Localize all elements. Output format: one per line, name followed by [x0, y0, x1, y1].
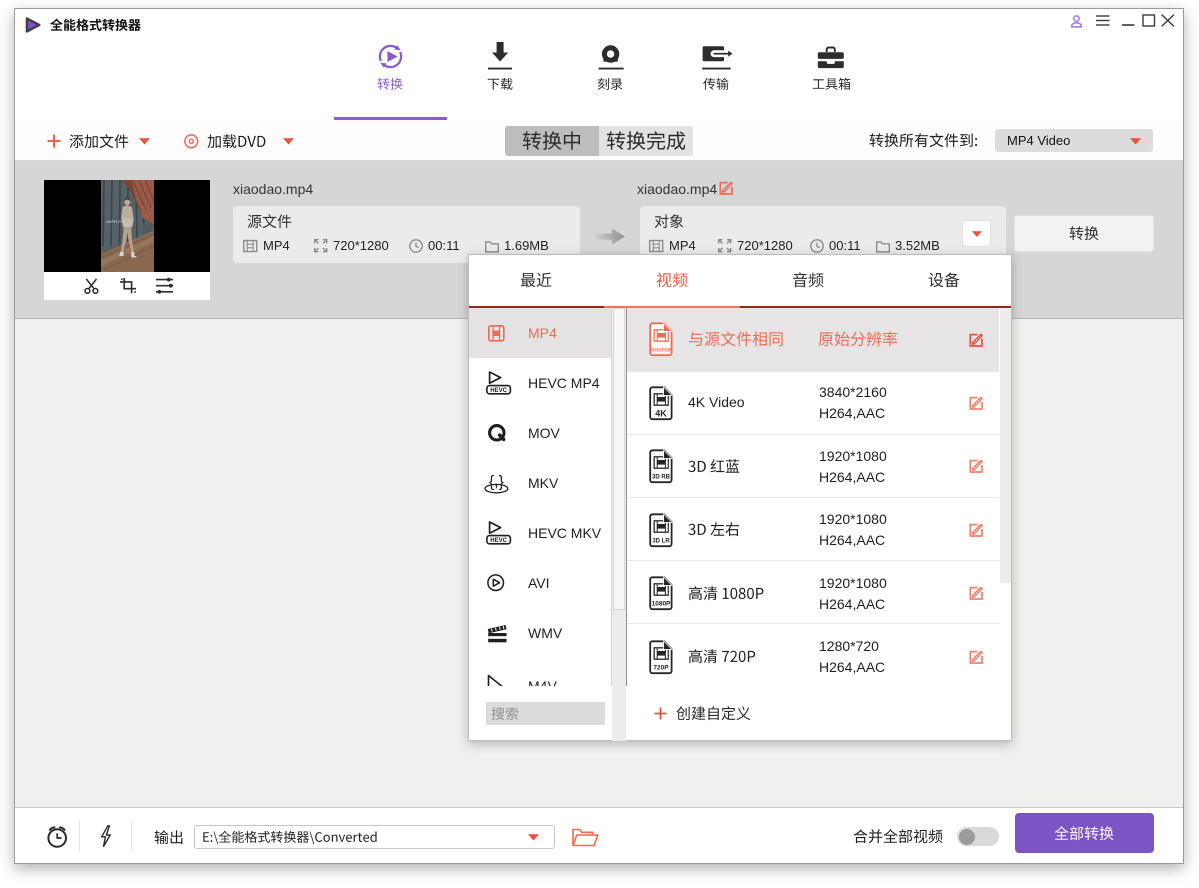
svg-text:HEVC: HEVC	[490, 538, 507, 544]
svg-text:NKPH.PS: NKPH.PS	[106, 219, 124, 224]
svg-text:{,}: {,}	[489, 474, 505, 491]
svg-text:HEVC: HEVC	[490, 388, 507, 394]
svg-text:720P: 720P	[653, 664, 669, 671]
svg-text:3D LR: 3D LR	[652, 538, 670, 544]
svg-text:3D RB: 3D RB	[652, 475, 671, 481]
svg-text:4K: 4K	[655, 408, 667, 418]
svg-text:1080P: 1080P	[652, 601, 671, 608]
svg-text:source: source	[651, 347, 671, 354]
